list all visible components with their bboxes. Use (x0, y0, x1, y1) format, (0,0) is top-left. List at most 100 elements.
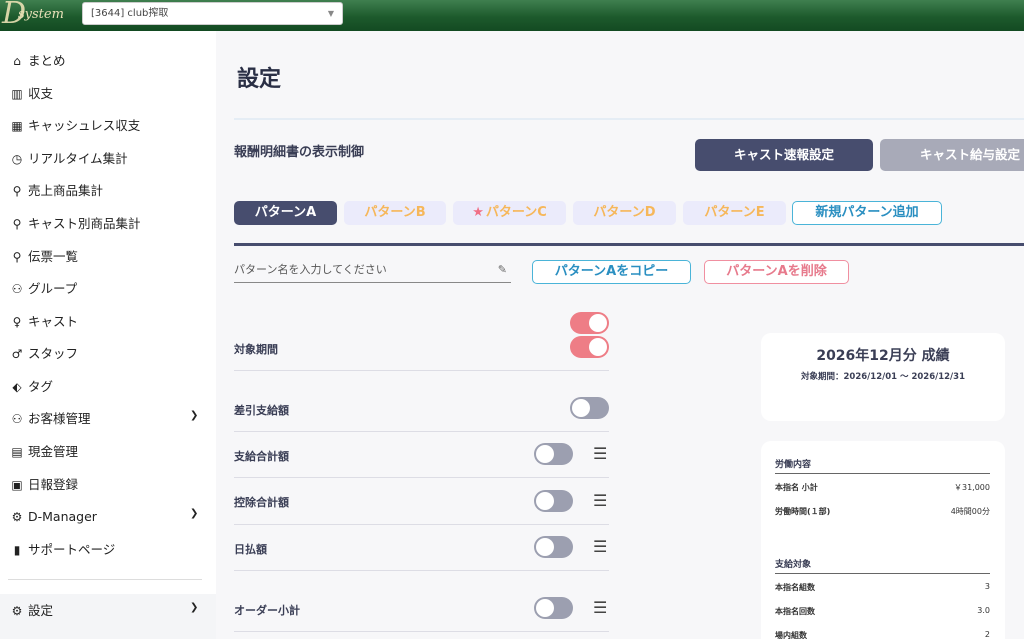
row-label-period: 対象期間 (234, 343, 278, 356)
row-key: 本指名回数 (775, 607, 815, 616)
sidebar-item-label: キャスト (28, 314, 79, 329)
sidebar-divider (8, 579, 202, 580)
preview-period: 対象期間：2026/12/01 〜 2026/12/31 (801, 372, 965, 382)
sidebar-item-label: 設定 (28, 603, 54, 618)
heading-underline (775, 473, 990, 474)
sidebar-item-d-manager[interactable]: ⚙ D-Manager ❯ (0, 504, 216, 530)
sidebar-item-sales-products[interactable]: ⚲ 売上商品集計 (0, 178, 216, 204)
drag-handle-icon[interactable]: ☰ (593, 493, 607, 509)
sidebar-item-tags[interactable]: ⬖ タグ (0, 374, 216, 400)
clock-icon: ◷ (11, 152, 23, 166)
top-bar: D system [3644] club搾取 ▼ (0, 0, 1024, 31)
pattern-name-placeholder: パターン名を入力してください (234, 263, 387, 276)
tab-label: パターンA (254, 205, 317, 220)
sidebar-item-customers[interactable]: ⚇ お客様管理 ❯ (0, 406, 216, 432)
row-key: 本指名 小計 (775, 483, 818, 492)
sidebar-item-label: キャスト別商品集計 (28, 216, 141, 231)
chevron-down-icon: ❯ (190, 602, 199, 613)
sidebar-item-settings[interactable]: ⚙ 設定 ❯ (0, 598, 216, 624)
person-icon: ♂ (11, 347, 23, 361)
add-pattern-button[interactable]: 新規パターン追加 (792, 201, 942, 225)
chevron-down-icon: ▼ (327, 9, 334, 18)
calendar-icon: ▣ (11, 478, 23, 492)
gears-icon: ⚙ (11, 604, 23, 618)
total-deduction-toggle[interactable] (534, 490, 573, 512)
sidebar-item-cashless[interactable]: ▦ キャッシュレス収支 (0, 113, 216, 139)
sidebar-item-group[interactable]: ⚇ グループ (0, 276, 216, 302)
sidebar-item-staff[interactable]: ♂ スタッフ (0, 341, 216, 367)
title-divider (234, 118, 1024, 120)
bottle-icon: ⚲ (12, 184, 22, 198)
sidebar-bottom: ⚙ 設定 ❯ (0, 594, 216, 639)
main-content: 設定 報酬明細書の表示制御 キャスト速報設定 キャスト給与設定 パターンA パタ… (216, 31, 1024, 639)
sidebar-item-label: 収支 (28, 86, 54, 101)
cast-report-settings-button[interactable]: キャスト速報設定 (695, 139, 873, 171)
building-icon: ▦ (11, 119, 23, 133)
calculator-icon: ▤ (11, 445, 23, 459)
page-title: 設定 (237, 67, 282, 92)
sidebar-item-cast-products[interactable]: ⚲ キャスト別商品集計 (0, 211, 216, 237)
daily-pay-toggle[interactable] (534, 536, 573, 558)
users-icon: ⚇ (11, 282, 23, 296)
sidebar-item-realtime[interactable]: ◷ リアルタイム集計 (0, 146, 216, 172)
total-pay-toggle[interactable] (534, 443, 573, 465)
toggle-knob (589, 314, 607, 332)
row-key: 場内組数 (775, 631, 807, 639)
row-divider (234, 631, 609, 632)
net-pay-toggle[interactable] (570, 397, 609, 419)
row-value: 3 (984, 582, 990, 591)
tab-pattern-c[interactable]: ★ パターンC (453, 201, 566, 225)
dsystem-logo[interactable]: D system (2, 0, 76, 30)
drag-handle-icon[interactable]: ☰ (593, 600, 607, 616)
period-toggle-1[interactable] (570, 312, 609, 334)
tab-label: パターンE (704, 205, 765, 220)
toggle-knob (536, 445, 554, 463)
sidebar-item-slips[interactable]: ⚲ 伝票一覧 (0, 244, 216, 270)
section-label: 報酬明細書の表示制御 (234, 145, 365, 160)
store-select[interactable]: [3644] club搾取 ▼ (82, 2, 343, 25)
pattern-name-input[interactable]: パターン名を入力してください ✎ (234, 261, 511, 283)
labor-heading: 労働内容 (775, 460, 812, 470)
toggle-knob (536, 492, 554, 510)
delete-pattern-button[interactable]: パターンAを削除 (704, 260, 849, 284)
cast-salary-settings-button[interactable]: キャスト給与設定 (880, 139, 1024, 171)
row-divider (234, 370, 609, 371)
person-icon: ♀ (12, 315, 22, 329)
sidebar-item-summary[interactable]: ⌂ まとめ (0, 48, 216, 74)
drag-handle-icon[interactable]: ☰ (593, 446, 607, 462)
row-value: 3.0 (977, 606, 990, 615)
toggle-knob (536, 599, 554, 617)
search-icon: ⚲ (12, 250, 22, 264)
preview-detail-card: 労働内容 本指名 小計 ￥31,000 労働時間(１部) 4時間00分 支給対象… (761, 441, 1005, 639)
tab-pattern-e[interactable]: パターンE (683, 201, 786, 225)
order-subtotal-toggle[interactable] (534, 597, 573, 619)
users-icon: ⚇ (11, 412, 23, 426)
preview-summary-card: 2026年12月分 成績 対象期間：2026/12/01 〜 2026/12/3… (761, 333, 1005, 421)
sidebar-item-support[interactable]: ▮ サポートページ (0, 537, 216, 563)
row-value: 2 (984, 630, 990, 639)
sidebar-item-cash[interactable]: ▤ 現金管理 (0, 439, 216, 465)
sidebar-item-label: 日報登録 (28, 477, 79, 492)
sidebar-item-label: キャッシュレス収支 (28, 118, 141, 133)
sidebar-item-cast[interactable]: ♀ キャスト (0, 309, 216, 335)
sidebar-item-label: 売上商品集計 (28, 183, 104, 198)
sidebar-item-label: まとめ (28, 53, 66, 68)
period-toggle-2[interactable] (570, 336, 609, 358)
row-divider (234, 431, 609, 432)
logo-text: system (18, 7, 64, 22)
sidebar-item-label: スタッフ (28, 346, 79, 361)
row-label-net-pay: 差引支給額 (234, 404, 289, 417)
sidebar-item-label: D-Manager (28, 509, 97, 524)
row-label-total-pay: 支給合計額 (234, 450, 289, 463)
tab-pattern-b[interactable]: パターンB (344, 201, 446, 225)
sidebar-item-label: お客様管理 (28, 411, 91, 426)
tab-pattern-d[interactable]: パターンD (573, 201, 676, 225)
tab-pattern-a[interactable]: パターンA (234, 201, 337, 225)
row-divider (234, 570, 609, 571)
toggle-knob (572, 399, 590, 417)
sidebar-item-daily-report[interactable]: ▣ 日報登録 (0, 472, 216, 498)
copy-pattern-button[interactable]: パターンAをコピー (532, 260, 691, 284)
drag-handle-icon[interactable]: ☰ (593, 539, 607, 555)
sidebar-item-income[interactable]: ▥ 収支 (0, 81, 216, 107)
sidebar-item-label: 伝票一覧 (28, 249, 79, 264)
